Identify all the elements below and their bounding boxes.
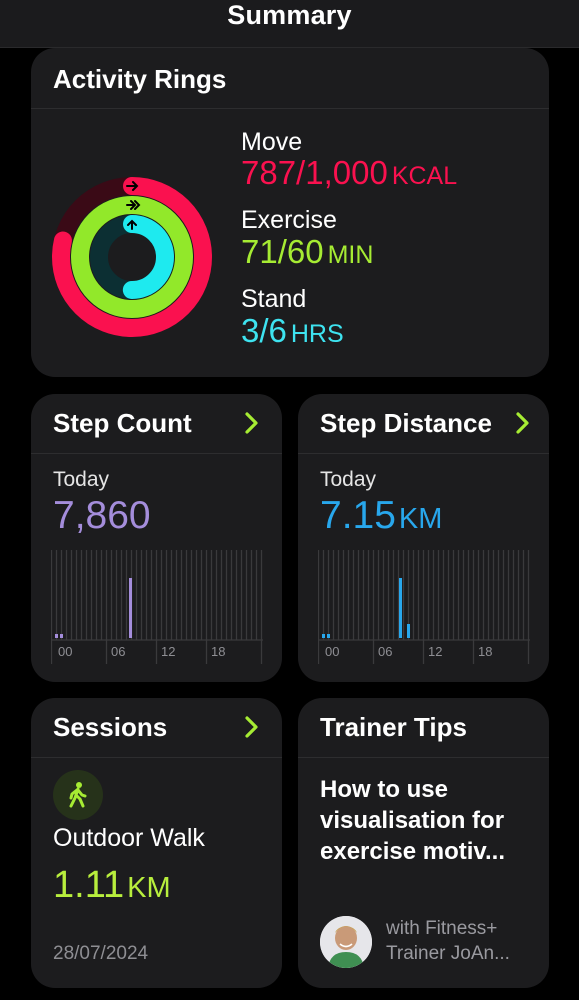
- card-title: Activity Rings: [53, 64, 227, 94]
- session-date: 28/07/2024: [53, 943, 149, 964]
- card-header: Activity Rings: [31, 48, 549, 109]
- step-distance-card[interactable]: Step Distance Today 7.15 KM 00 06 12 18: [298, 394, 549, 682]
- tip-headline[interactable]: How to use visualisation for exercise mo…: [320, 774, 535, 867]
- move-value: 787/1,000 KCAL: [241, 154, 458, 191]
- card-header: Step Distance: [298, 394, 549, 454]
- distance-bar: [407, 624, 410, 638]
- card-title: Step Distance: [320, 408, 492, 438]
- card-header: Sessions: [31, 698, 282, 758]
- card-title: Sessions: [53, 712, 168, 742]
- activity-rings-icon: [52, 177, 212, 337]
- distance-bar: [327, 634, 330, 638]
- card-title: Step Count: [53, 408, 192, 438]
- chevron-right-icon[interactable]: [244, 714, 260, 740]
- card-header: Trainer Tips: [298, 698, 549, 758]
- sessions-card[interactable]: Sessions Outdoor Walk 1.11 KM 28/07/2024: [31, 698, 282, 988]
- tick-label: 18: [211, 644, 225, 659]
- step-bar: [60, 634, 63, 638]
- stand-value: 3/6 HRS: [241, 312, 344, 349]
- chevron-right-icon[interactable]: [244, 410, 260, 436]
- step-count-value: 7,860: [53, 494, 151, 537]
- tick-label: 18: [478, 644, 492, 659]
- tick-label: 12: [161, 644, 175, 659]
- tick-label: 00: [325, 644, 339, 659]
- chevron-right-icon[interactable]: [515, 410, 531, 436]
- step-count-chart: 00 06 12 18: [51, 550, 263, 664]
- move-label: Move: [241, 128, 303, 156]
- avatar: [320, 916, 372, 968]
- stand-label: Stand: [241, 285, 307, 313]
- step-distance-chart: 00 06 12 18: [318, 550, 530, 664]
- step-bar: [129, 578, 132, 638]
- step-count-card[interactable]: Step Count Today 7,860 00 06 12 18: [31, 394, 282, 682]
- activity-rings-card[interactable]: Activity Rings Move 787/1,000 KCAL Exerci…: [31, 48, 549, 377]
- tick-label: 12: [428, 644, 442, 659]
- period-label: Today: [53, 468, 110, 491]
- walk-icon-badge: [53, 770, 103, 820]
- card-title: Trainer Tips: [320, 712, 467, 742]
- tick-label: 00: [58, 644, 72, 659]
- session-distance: 1.11 KM: [53, 864, 171, 906]
- session-activity-name: Outdoor Walk: [53, 824, 205, 852]
- distance-bar: [399, 578, 402, 638]
- tick-label: 06: [111, 644, 125, 659]
- page-title: Summary: [227, 0, 352, 30]
- period-label: Today: [320, 468, 377, 491]
- trainer-tips-card[interactable]: Trainer Tips How to use visualisation fo…: [298, 698, 549, 988]
- exercise-label: Exercise: [241, 206, 337, 234]
- step-distance-value: 7.15 KM: [320, 494, 443, 537]
- exercise-value: 71/60 MIN: [241, 233, 374, 270]
- trainer-credit: with Fitness+ Trainer JoAn...: [386, 918, 510, 964]
- walk-icon: [69, 782, 87, 808]
- top-bar: Summary: [0, 0, 579, 48]
- step-bar: [55, 634, 58, 638]
- distance-bar: [322, 634, 325, 638]
- tick-label: 06: [378, 644, 392, 659]
- card-header: Step Count: [31, 394, 282, 454]
